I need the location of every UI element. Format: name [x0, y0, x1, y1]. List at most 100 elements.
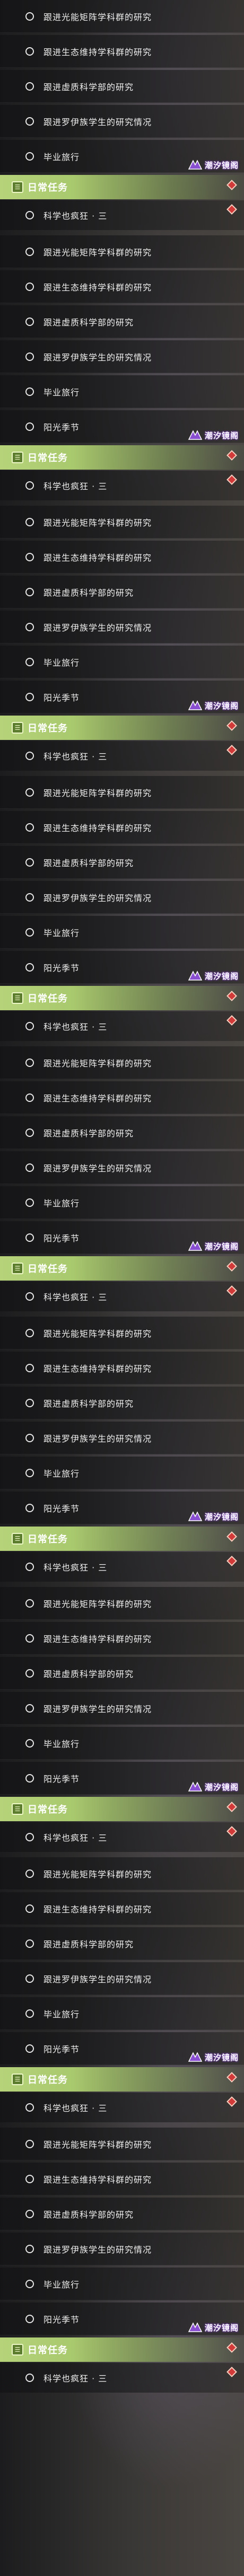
daily-tasks-header[interactable]: ☰ 日常任务 [0, 716, 244, 740]
task-item[interactable]: 跟进光能矩阵学科群的研究 [0, 235, 244, 268]
tracking-marker-icon [226, 1826, 237, 1837]
daily-task-item[interactable]: 科学也疯狂 · 三 [0, 741, 244, 771]
task-item[interactable]: 毕业旅行 [0, 1186, 244, 1219]
task-item-label: 阳光季节 [43, 2314, 80, 2325]
task-item[interactable]: 跟进虚质科学部的研究 [0, 305, 244, 338]
task-item[interactable]: 跟进生态维持学科群的研究 [0, 35, 244, 68]
task-item-label: 跟进虚质科学部的研究 [43, 1939, 134, 1949]
task-status-ring-icon [25, 152, 34, 161]
daily-tasks-header[interactable]: ☰ 日常任务 [0, 2337, 244, 2362]
tracking-marker-icon [226, 1261, 237, 1272]
tracking-marker-icon [226, 2342, 237, 2353]
daily-task-item[interactable]: 科学也疯狂 · 三 [0, 471, 244, 500]
task-status-ring-icon [25, 587, 34, 596]
task-item[interactable]: 跟进生态维持学科群的研究 [0, 541, 244, 574]
daily-task-item[interactable]: 科学也疯狂 · 三 [0, 2093, 244, 2122]
task-item[interactable]: 毕业旅行 [0, 1997, 244, 2030]
task-item[interactable]: 跟进光能矩阵学科群的研究 [0, 506, 244, 539]
task-status-ring-icon [25, 1869, 34, 1878]
task-item[interactable]: 跟进虚质科学部的研究 [0, 70, 244, 103]
task-item[interactable]: 跟进生态维持学科群的研究 [0, 1892, 244, 1925]
task-item-label: 毕业旅行 [43, 387, 80, 398]
task-status-ring-icon [25, 2244, 34, 2253]
task-item-label: 毕业旅行 [43, 928, 80, 938]
task-item[interactable]: 跟进光能矩阵学科群的研究 [0, 0, 244, 33]
task-item[interactable]: 跟进生态维持学科群的研究 [0, 1622, 244, 1655]
task-item[interactable]: 跟进罗伊族学生的研究情况 [0, 1692, 244, 1725]
daily-task-label: 科学也疯狂 · 三 [43, 1833, 108, 1843]
watermark-logo: 潮汐镜阁 [175, 2319, 239, 2335]
daily-tasks-header[interactable]: ☰ 日常任务 [0, 986, 244, 1010]
daily-task-item[interactable]: 科学也疯狂 · 三 [0, 1822, 244, 1852]
task-status-ring-icon [25, 963, 34, 972]
task-item-label: 跟进生态维持学科群的研究 [43, 1634, 152, 1644]
daily-tasks-header[interactable]: ☰ 日常任务 [0, 1527, 244, 1551]
daily-task-item[interactable]: 科学也疯狂 · 三 [0, 200, 244, 230]
task-item[interactable]: 跟进光能矩阵学科群的研究 [0, 2128, 244, 2160]
task-status-ring-icon [25, 317, 34, 326]
watermark-logo: 潮汐镜阁 [175, 968, 239, 984]
task-item[interactable]: 跟进虚质科学部的研究 [0, 1387, 244, 1419]
section-title: 日常任务 [28, 1534, 68, 1545]
task-item[interactable]: 跟进虚质科学部的研究 [0, 1116, 244, 1149]
task-status-ring-icon [25, 1904, 34, 1913]
task-item-label: 毕业旅行 [43, 657, 80, 668]
task-item[interactable]: 跟进罗伊族学生的研究情况 [0, 1422, 244, 1454]
daily-tasks-header[interactable]: ☰ 日常任务 [0, 2067, 244, 2092]
daily-task-label: 科学也疯狂 · 三 [43, 2103, 108, 2113]
task-status-ring-icon [25, 422, 34, 431]
task-item[interactable]: 毕业旅行 [0, 375, 244, 408]
task-item[interactable]: 跟进虚质科学部的研究 [0, 576, 244, 608]
task-item-label: 跟进虚质科学部的研究 [43, 317, 134, 328]
daily-tasks-header[interactable]: ☰ 日常任务 [0, 175, 244, 199]
task-item-label: 跟进光能矩阵学科群的研究 [43, 1328, 152, 1339]
task-item[interactable]: 跟进罗伊族学生的研究情况 [0, 1151, 244, 1184]
task-item[interactable]: 跟进罗伊族学生的研究情况 [0, 881, 244, 914]
daily-tasks-header[interactable]: ☰ 日常任务 [0, 445, 244, 470]
watermark-text: 潮汐镜阁 [204, 2052, 239, 2062]
task-item[interactable]: 跟进光能矩阵学科群的研究 [0, 1317, 244, 1349]
daily-tasks-header[interactable]: ☰ 日常任务 [0, 1256, 244, 1281]
daily-task-item[interactable]: 科学也疯狂 · 三 [0, 2363, 244, 2393]
section-title: 日常任务 [28, 1264, 68, 1275]
task-item[interactable]: 跟进罗伊族学生的研究情况 [0, 611, 244, 643]
task-panel-block: 跟进光能矩阵学科群的研究 跟进生态维持学科群的研究跟进虚质科学部的研究跟进罗伊族学… [0, 1853, 244, 2122]
task-item[interactable]: 跟进罗伊族学生的研究情况 [0, 105, 244, 138]
task-item[interactable]: 跟进光能矩阵学科群的研究 [0, 1857, 244, 1890]
daily-task-item[interactable]: 科学也疯狂 · 三 [0, 1552, 244, 1582]
task-item[interactable]: 毕业旅行 [0, 916, 244, 949]
task-item-label: 跟进罗伊族学生的研究情况 [43, 1433, 152, 1444]
task-item-label: 毕业旅行 [43, 2009, 80, 2019]
task-status-ring-icon [25, 1093, 34, 1102]
task-item[interactable]: 毕业旅行 [0, 2268, 244, 2300]
task-status-ring-icon [25, 1669, 34, 1678]
task-status-ring-icon [25, 1058, 34, 1067]
task-item[interactable]: 跟进虚质科学部的研究 [0, 1927, 244, 1960]
task-item[interactable]: 跟进生态维持学科群的研究 [0, 1081, 244, 1114]
task-item[interactable]: 跟进虚质科学部的研究 [0, 846, 244, 879]
task-item[interactable]: 跟进生态维持学科群的研究 [0, 270, 244, 303]
task-item[interactable]: 跟进光能矩阵学科群的研究 [0, 776, 244, 809]
task-item[interactable]: 毕业旅行 [0, 646, 244, 678]
task-status-ring-icon [25, 1163, 34, 1172]
task-item[interactable]: 跟进光能矩阵学科群的研究 [0, 1046, 244, 1079]
daily-task-item[interactable]: 科学也疯狂 · 三 [0, 1011, 244, 1041]
task-item[interactable]: 毕业旅行 [0, 1727, 244, 1760]
task-item[interactable]: 跟进生态维持学科群的研究 [0, 811, 244, 844]
task-item[interactable]: 跟进罗伊族学生的研究情况 [0, 1962, 244, 1995]
task-status-ring-icon [25, 788, 34, 797]
task-item[interactable]: 跟进生态维持学科群的研究 [0, 1352, 244, 1384]
task-item[interactable]: 跟进光能矩阵学科群的研究 [0, 1587, 244, 1620]
task-status-ring-icon [25, 12, 34, 21]
task-item[interactable]: 跟进虚质科学部的研究 [0, 1657, 244, 1690]
task-item[interactable]: 跟进罗伊族学生的研究情况 [0, 2233, 244, 2265]
task-item[interactable]: 毕业旅行 [0, 1457, 244, 1489]
daily-tasks-header[interactable]: ☰ 日常任务 [0, 1797, 244, 1821]
task-item[interactable]: 跟进生态维持学科群的研究 [0, 2163, 244, 2195]
task-item[interactable]: 跟进罗伊族学生的研究情况 [0, 340, 244, 373]
task-item-label: 跟进虚质科学部的研究 [43, 2209, 134, 2220]
tracking-marker-icon [226, 450, 237, 461]
task-item[interactable]: 跟进虚质科学部的研究 [0, 2198, 244, 2230]
daily-task-item[interactable]: 科学也疯狂 · 三 [0, 1282, 244, 1311]
task-item-label: 跟进罗伊族学生的研究情况 [43, 893, 152, 903]
